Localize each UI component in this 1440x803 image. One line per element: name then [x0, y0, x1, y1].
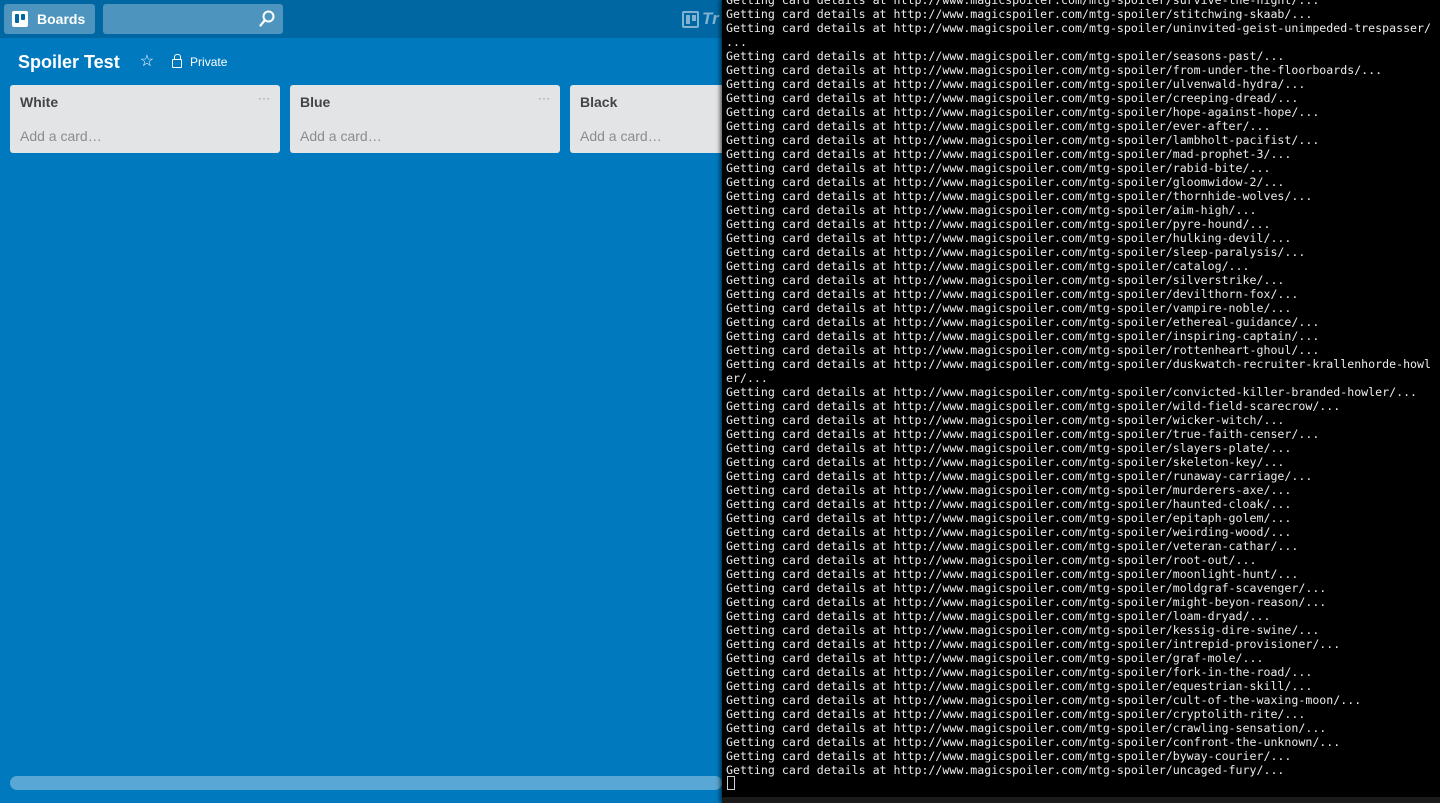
list-blue: Blue ··· Add a card…: [290, 85, 560, 153]
terminal-line: Getting card details at http://www.magic…: [726, 539, 1299, 553]
lock-icon: [172, 54, 183, 68]
terminal-line: Getting card details at http://www.magic…: [726, 693, 1362, 707]
horizontal-scrollbar[interactable]: [10, 776, 722, 790]
terminal-line: Getting card details at http://www.magic…: [726, 399, 1341, 413]
search-input[interactable]: [103, 4, 253, 34]
top-bar: Boards Tr: [0, 0, 722, 38]
terminal-line: Getting card details at http://www.magic…: [726, 133, 1320, 147]
terminal-line: Getting card details at http://www.magic…: [726, 427, 1320, 441]
terminal-line: Getting card details at http://www.magic…: [726, 217, 1271, 231]
terminal-line: Getting card details at http://www.magic…: [726, 231, 1292, 245]
trello-logo-icon: [682, 10, 699, 28]
board-header: Spoiler Test ☆ Private: [18, 48, 227, 76]
star-icon[interactable]: ☆: [140, 54, 154, 70]
terminal-line: Getting card details at http://www.magic…: [726, 581, 1327, 595]
search-icon[interactable]: [259, 10, 275, 28]
terminal-line: Getting card details at http://www.magic…: [726, 7, 1313, 21]
terminal-line: Getting card details at http://www.magic…: [726, 483, 1292, 497]
terminal-line: Getting card details at http://www.magic…: [726, 287, 1299, 301]
list-menu-icon[interactable]: ···: [258, 91, 270, 105]
add-card-link[interactable]: Add a card…: [580, 128, 662, 144]
terminal-line: Getting card details at http://www.magic…: [726, 343, 1320, 357]
terminal-window[interactable]: Getting card details at http://www.magic…: [722, 0, 1440, 803]
terminal-line: Getting card details at http://www.magic…: [726, 63, 1383, 77]
terminal-line: Getting card details at http://www.magic…: [726, 735, 1341, 749]
terminal-line: Getting card details at http://www.magic…: [726, 511, 1292, 525]
list-title[interactable]: Blue: [300, 94, 330, 110]
terminal-line: Getting card details at http://www.magic…: [726, 161, 1271, 175]
terminal-line: Getting card details at http://www.magic…: [726, 609, 1271, 623]
terminal-line: er/...: [726, 371, 768, 385]
terminal-line: Getting card details at http://www.magic…: [726, 21, 1431, 35]
terminal-line: Getting card details at http://www.magic…: [726, 49, 1285, 63]
terminal-line: Getting card details at http://www.magic…: [726, 147, 1292, 161]
boards-icon: [12, 11, 28, 27]
terminal-output: Getting card details at http://www.magic…: [726, 0, 1436, 777]
terminal-line: Getting card details at http://www.magic…: [726, 455, 1285, 469]
terminal-line: Getting card details at http://www.magic…: [726, 707, 1306, 721]
terminal-line: Getting card details at http://www.magic…: [726, 469, 1313, 483]
privacy-button[interactable]: Private: [172, 54, 228, 69]
terminal-line: Getting card details at http://www.magic…: [726, 175, 1285, 189]
terminal-line: Getting card details at http://www.magic…: [726, 105, 1320, 119]
terminal-line: Getting card details at http://www.magic…: [726, 763, 1285, 777]
terminal-line: Getting card details at http://www.magic…: [726, 637, 1341, 651]
terminal-line: Getting card details at http://www.magic…: [726, 357, 1431, 371]
terminal-line: Getting card details at http://www.magic…: [726, 595, 1327, 609]
terminal-line: Getting card details at http://www.magic…: [726, 721, 1327, 735]
list-title[interactable]: White: [20, 94, 58, 110]
list-title[interactable]: Black: [580, 94, 617, 110]
privacy-label: Private: [190, 55, 228, 69]
trello-board-window: Boards Tr Spoiler Test ☆ Private White ·…: [0, 0, 722, 803]
boards-button[interactable]: Boards: [4, 4, 95, 34]
terminal-line: Getting card details at http://www.magic…: [726, 665, 1313, 679]
terminal-line: Getting card details at http://www.magic…: [726, 77, 1306, 91]
terminal-line: Getting card details at http://www.magic…: [726, 749, 1292, 763]
search-box[interactable]: [103, 4, 283, 34]
terminal-line: Getting card details at http://www.magic…: [726, 301, 1292, 315]
trello-logo-text: Tr: [702, 9, 719, 28]
terminal-line: ...: [726, 35, 747, 49]
terminal-line: Getting card details at http://www.magic…: [726, 679, 1313, 693]
terminal-line: Getting card details at http://www.magic…: [726, 91, 1299, 105]
terminal-line: Getting card details at http://www.magic…: [726, 441, 1292, 455]
terminal-line: Getting card details at http://www.magic…: [726, 497, 1292, 511]
board-title[interactable]: Spoiler Test: [18, 52, 120, 73]
terminal-line: Getting card details at http://www.magic…: [726, 413, 1285, 427]
terminal-line: Getting card details at http://www.magic…: [726, 119, 1271, 133]
terminal-line: Getting card details at http://www.magic…: [726, 245, 1306, 259]
terminal-line: Getting card details at http://www.magic…: [726, 553, 1257, 567]
terminal-line: Getting card details at http://www.magic…: [726, 567, 1299, 581]
terminal-line: Getting card details at http://www.magic…: [726, 525, 1292, 539]
terminal-line: Getting card details at http://www.magic…: [726, 189, 1313, 203]
terminal-line: Getting card details at http://www.magic…: [726, 651, 1264, 665]
terminal-cursor: [727, 776, 735, 790]
list-menu-icon[interactable]: ···: [538, 91, 550, 105]
terminal-line: Getting card details at http://www.magic…: [726, 0, 1320, 7]
list-white: White ··· Add a card…: [10, 85, 280, 153]
boards-label: Boards: [37, 11, 86, 27]
terminal-line: Getting card details at http://www.magic…: [726, 385, 1418, 399]
terminal-bottom-edge: [722, 797, 1440, 803]
add-card-link[interactable]: Add a card…: [300, 128, 382, 144]
terminal-line: Getting card details at http://www.magic…: [726, 259, 1250, 273]
list-black: Black ··· Add a card…: [570, 85, 722, 153]
terminal-line: Getting card details at http://www.magic…: [726, 329, 1320, 343]
terminal-line: Getting card details at http://www.magic…: [726, 623, 1320, 637]
terminal-line: Getting card details at http://www.magic…: [726, 203, 1257, 217]
terminal-line: Getting card details at http://www.magic…: [726, 273, 1285, 287]
trello-logo[interactable]: Tr: [682, 9, 719, 29]
add-card-link[interactable]: Add a card…: [20, 128, 102, 144]
terminal-line: Getting card details at http://www.magic…: [726, 315, 1320, 329]
